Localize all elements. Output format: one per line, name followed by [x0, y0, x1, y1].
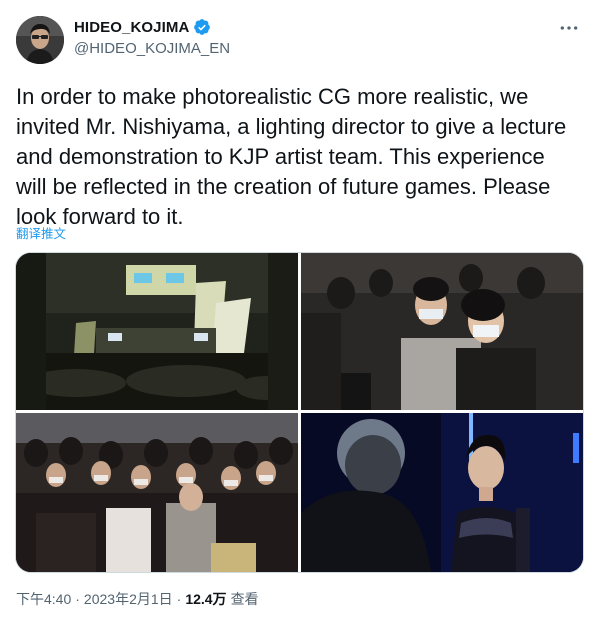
avatar-image	[16, 16, 64, 64]
views-label: 查看	[230, 591, 259, 607]
tweet-time[interactable]: 下午4:40	[16, 589, 71, 609]
tweet-photo-2[interactable]	[301, 253, 583, 410]
meta-separator: ·	[176, 591, 182, 607]
tweet-photo-3[interactable]	[16, 413, 298, 572]
views-count: 12.4万	[185, 591, 227, 607]
more-options-icon	[560, 26, 578, 30]
more-options-button[interactable]	[557, 18, 581, 38]
tweet-text: In order to make photorealistic CG more …	[16, 84, 567, 229]
author-display-name[interactable]: HIDEO_KOJIMA	[74, 19, 189, 36]
tweet-date[interactable]: 2023年2月1日	[84, 589, 173, 609]
tweet-meta: 下午4:40 · 2023年2月1日 · 12.4万 查看	[16, 589, 259, 609]
translate-tweet-link[interactable]: 翻译推文	[16, 223, 66, 242]
author-handle[interactable]: @HIDEO_KOJIMA_EN	[74, 40, 230, 57]
tweet-photo-1[interactable]	[16, 253, 298, 410]
tweet-photo-4[interactable]	[301, 413, 583, 572]
media-grid	[15, 252, 584, 573]
author-name-row[interactable]: HIDEO_KOJIMA	[74, 18, 211, 36]
tweet-card[interactable]: HIDEO_KOJIMA @HIDEO_KOJIMA_EN In order t…	[0, 0, 597, 624]
verified-badge-icon	[193, 18, 211, 36]
author-avatar[interactable]	[16, 16, 64, 64]
meta-separator: ·	[75, 591, 80, 607]
